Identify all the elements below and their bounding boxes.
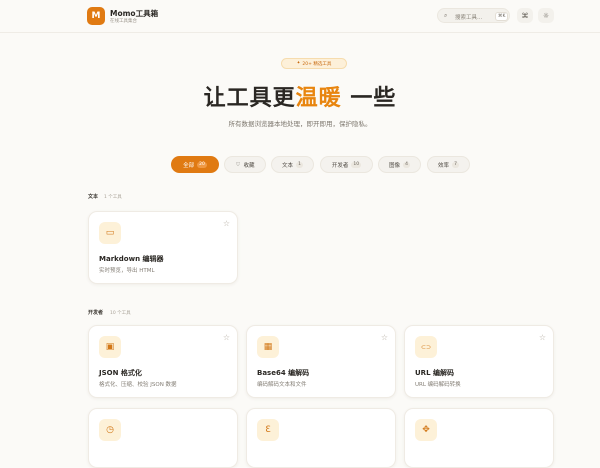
- tool-card-markdown[interactable]: ▭ ☆ Markdown 编辑器 实时预览，导出 HTML: [88, 211, 238, 284]
- tool-card-base64[interactable]: ▦ ☆ Base64 编解码 编码解码文本和文件: [246, 325, 396, 398]
- badge-label: 20+ 精选工具: [302, 61, 332, 67]
- hero-title: 让工具更温暖 一些: [0, 80, 600, 112]
- tool-description: 实时预览，导出 HTML: [99, 268, 155, 274]
- filter-label: 开发者: [331, 162, 349, 169]
- gamepad-icon: ✥: [415, 419, 437, 441]
- tool-count-badge: ✦ 20+ 精选工具: [281, 58, 347, 69]
- filter-count: 10: [351, 161, 362, 168]
- filter-image[interactable]: 图像 4: [378, 156, 421, 173]
- filter-efficiency[interactable]: 效率 7: [427, 156, 470, 173]
- tool-description: 编码解码文本和文件: [257, 382, 307, 388]
- filter-count: 20: [197, 161, 207, 168]
- hero-title-after: 一些: [341, 86, 397, 111]
- search-placeholder: 搜索工具...: [455, 14, 483, 21]
- filter-count: 4: [403, 161, 410, 168]
- filter-label: 效率: [438, 162, 450, 169]
- command-icon[interactable]: ⌘: [517, 8, 533, 23]
- header-divider: [0, 32, 600, 33]
- section-count-text: 1 个工具: [104, 195, 122, 200]
- star-icon[interactable]: ☆: [223, 333, 230, 342]
- tool-description: URL 编码解码转换: [415, 382, 461, 388]
- tool-name: Markdown 编辑器: [99, 255, 164, 263]
- tool-card-url[interactable]: ⊂⊃ ☆ URL 编解码 URL 编码解码转换: [404, 325, 554, 398]
- filter-count: 1: [296, 161, 303, 168]
- brand-logo[interactable]: M: [87, 7, 105, 25]
- star-icon[interactable]: ☆: [539, 333, 546, 342]
- tool-name: Base64 编解码: [257, 369, 310, 377]
- sun-icon[interactable]: ☼: [538, 8, 554, 23]
- tool-name: URL 编解码: [415, 369, 454, 377]
- tool-name: JSON 格式化: [99, 369, 142, 377]
- star-icon[interactable]: ☆: [381, 333, 388, 342]
- section-title-developer: 开发者: [88, 310, 104, 316]
- search-icon: ⌕: [444, 12, 448, 19]
- star-icon[interactable]: ☆: [223, 219, 230, 228]
- filter-label: 全部: [183, 162, 195, 169]
- filter-label: 收藏: [243, 162, 255, 169]
- tool-card-regex[interactable]: Ɛ: [246, 408, 396, 468]
- filter-developer[interactable]: 开发者 10: [320, 156, 373, 173]
- heart-icon: ♡: [235, 161, 241, 168]
- section-count-developer: 10 个工具: [110, 311, 131, 316]
- filter-label: 文本: [282, 162, 294, 169]
- json-icon: ▣: [99, 336, 121, 358]
- filter-all[interactable]: 全部 20: [171, 156, 219, 173]
- filter-favorites[interactable]: ♡ 收藏: [224, 156, 266, 173]
- tool-card-game[interactable]: ✥: [404, 408, 554, 468]
- filter-count: 7: [452, 161, 459, 168]
- clock-icon: ◷: [99, 419, 121, 441]
- filter-label: 图像: [389, 162, 401, 169]
- tool-description: 格式化、压缩、校验 JSON 数据: [99, 382, 177, 388]
- category-filters: 全部 20 ♡ 收藏 文本 1 开发者 10 图像 4 效率 7: [0, 156, 600, 173]
- filter-text[interactable]: 文本 1: [271, 156, 314, 173]
- hero-title-before: 让工具更: [203, 86, 296, 111]
- brand-subtitle: 在线工具集合: [110, 19, 137, 24]
- markdown-icon: ▭: [99, 222, 121, 244]
- search-shortcut: ⌘K: [495, 12, 509, 21]
- hero-title-highlight: 温暖: [295, 86, 342, 111]
- sparkle-icon: ✦: [296, 61, 301, 66]
- tool-card-timestamp[interactable]: ◷: [88, 408, 238, 468]
- search-input[interactable]: ⌕ 搜索工具... ⌘K: [437, 8, 510, 23]
- base64-icon: ▦: [257, 336, 279, 358]
- top-bar: M Momo工具箱 在线工具集合 ⌕ 搜索工具... ⌘K ⌘ ☼: [0, 0, 600, 32]
- hero-subtitle: 所有数据浏览器本地处理，即开即用，保护隐私。: [228, 120, 372, 128]
- regex-icon: Ɛ: [257, 419, 279, 441]
- section-title-text: 文本: [88, 194, 99, 200]
- tool-card-json[interactable]: ▣ ☆ JSON 格式化 格式化、压缩、校验 JSON 数据: [88, 325, 238, 398]
- link-icon: ⊂⊃: [415, 336, 437, 358]
